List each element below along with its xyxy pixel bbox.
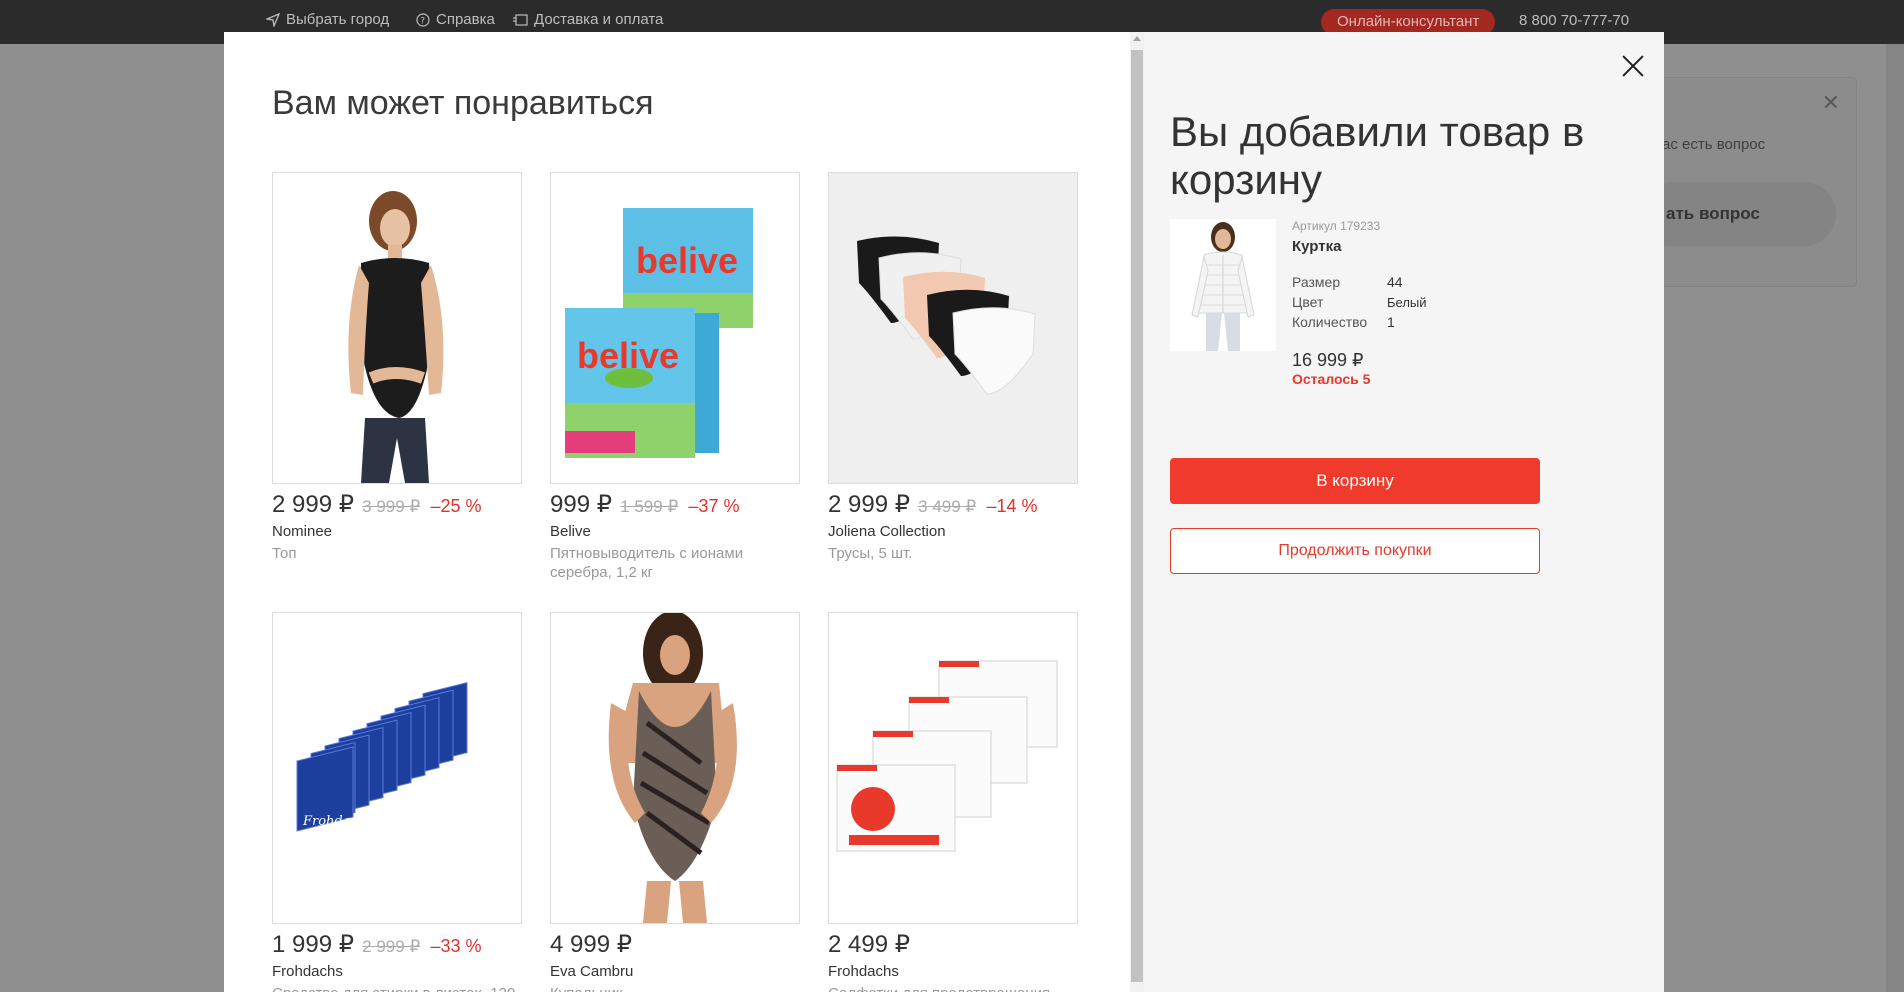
product-card[interactable]: 2 999 ₽ 3 499 ₽ –14 % Joliena Collection… xyxy=(828,172,1078,563)
brand-name[interactable]: Eva Cambru xyxy=(550,963,800,980)
discount-badge: –37 % xyxy=(688,496,740,516)
product-card[interactable]: 4 999 ₽ Eva Cambru Купальник xyxy=(550,612,800,992)
svg-text:?: ? xyxy=(420,16,425,26)
brand-name[interactable]: Frohdachs xyxy=(828,963,1078,980)
cart-product-image[interactable] xyxy=(1170,219,1276,351)
jacket-woman-image xyxy=(1191,222,1255,351)
product-name[interactable]: Куртка xyxy=(1292,238,1341,255)
continue-shopping-button[interactable]: Продолжить покупки xyxy=(1170,528,1540,574)
added-to-cart-title: Вы добавили товар в корзину xyxy=(1170,108,1585,203)
tank-top-woman-image xyxy=(348,191,444,483)
svg-text:Frohdach: Frohdach xyxy=(302,814,366,829)
price: 2 999 ₽ xyxy=(828,491,910,518)
recommendations-panel: Вам может понравиться 2 999 ₽ 3 999 ₽ –2… xyxy=(224,32,1130,992)
size-value: 44 xyxy=(1387,274,1403,290)
help-link[interactable]: ? Справка xyxy=(416,11,495,28)
location-arrow-icon xyxy=(266,12,280,27)
close-icon[interactable] xyxy=(1617,50,1649,82)
background-question-panel: ✕ ас есть вопрос ать вопрос xyxy=(1640,78,1856,286)
close-icon[interactable]: ✕ xyxy=(1822,90,1840,116)
quantity-label: Количество xyxy=(1292,314,1368,330)
recommendations-title: Вам может понравиться xyxy=(272,84,654,122)
added-to-cart-panel: Вы добавили товар в корзину Артикул 1792… xyxy=(1144,32,1664,992)
product-image[interactable] xyxy=(272,172,522,484)
delivery-link[interactable]: Доставка и оплата xyxy=(512,11,663,28)
old-price: 1 599 ₽ xyxy=(620,497,679,516)
price: 1 999 ₽ xyxy=(272,931,354,958)
article-number: Артикул 179233 xyxy=(1292,219,1381,233)
old-price: 3 999 ₽ xyxy=(362,497,421,516)
choose-city-label: Выбрать город xyxy=(286,11,390,28)
svg-text:belive: belive xyxy=(636,240,738,281)
brand-name[interactable]: Belive xyxy=(550,523,800,540)
product-description[interactable]: Топ xyxy=(272,544,522,563)
product-description[interactable]: Трусы, 5 шт. xyxy=(828,544,1078,563)
phone-number[interactable]: 8 800 70-777-70 xyxy=(1519,12,1629,29)
product-image[interactable]: belive belive xyxy=(550,172,800,484)
question-circle-icon: ? xyxy=(416,12,430,27)
underwear-set-image xyxy=(857,236,1036,395)
product-description[interactable]: Купальник xyxy=(550,984,800,992)
product-description[interactable]: Средство для стирки в листах, 120 xyxy=(272,984,522,992)
ask-question-button[interactable]: ать вопрос xyxy=(1640,182,1836,246)
product-image[interactable]: Frohdach xyxy=(272,612,522,924)
scrollbar-thumb[interactable] xyxy=(1131,50,1143,982)
brand-name[interactable]: Joliena Collection xyxy=(828,523,1078,540)
product-card[interactable]: 2 999 ₽ 3 999 ₽ –25 % Nominee Топ xyxy=(272,172,522,563)
napkin-boxes-image xyxy=(836,660,1058,852)
old-price: 2 999 ₽ xyxy=(362,937,421,956)
scroll-up-arrow-icon[interactable] xyxy=(1133,36,1141,41)
quantity-value: 1 xyxy=(1387,314,1395,330)
price: 999 ₽ xyxy=(550,491,612,518)
product-description[interactable]: Пятновыводитель с ионами серебра, 1,2 кг xyxy=(550,544,800,582)
delivery-label: Доставка и оплата xyxy=(534,11,664,28)
discount-badge: –25 % xyxy=(430,496,482,516)
background-panel-text: ас есть вопрос xyxy=(1662,136,1766,153)
brand-name[interactable]: Nominee xyxy=(272,523,522,540)
page-scrollbar[interactable] xyxy=(1886,44,1904,992)
old-price: 3 499 ₽ xyxy=(918,497,977,516)
discount-badge: –33 % xyxy=(430,936,482,956)
stock-remaining: Осталось 5 xyxy=(1292,371,1371,387)
product-card[interactable]: 2 499 ₽ Frohdachs Салфетки для предотвра… xyxy=(828,612,1078,992)
color-label: Цвет xyxy=(1292,294,1324,310)
price: 2 999 ₽ xyxy=(272,491,354,518)
brand-name[interactable]: Frohdachs xyxy=(272,963,522,980)
price: 2 499 ₽ xyxy=(828,931,910,958)
color-value: Белый xyxy=(1387,295,1427,310)
cart-product-price: 16 999 ₽ xyxy=(1292,350,1364,370)
swimsuit-woman-image xyxy=(608,613,737,923)
product-card[interactable]: belive belive 999 ₽ 1 599 ₽ –37 % Belive… xyxy=(550,172,800,582)
price: 4 999 ₽ xyxy=(550,931,632,958)
delivery-box-icon xyxy=(513,13,528,26)
product-image[interactable] xyxy=(828,612,1078,924)
detergent-box-image: belive belive xyxy=(565,208,753,458)
discount-badge: –14 % xyxy=(986,496,1038,516)
help-label: Справка xyxy=(436,11,495,28)
product-image[interactable] xyxy=(550,612,800,924)
laundry-sheets-image: Frohdach xyxy=(296,682,468,832)
product-image[interactable] xyxy=(828,172,1078,484)
size-label: Размер xyxy=(1292,274,1341,290)
recommendations-scrollbar[interactable] xyxy=(1130,32,1144,992)
choose-city-link[interactable]: Выбрать город xyxy=(266,11,389,28)
product-description[interactable]: Салфетки для предотвращения xyxy=(828,984,1078,992)
go-to-cart-button[interactable]: В корзину xyxy=(1170,458,1540,504)
product-card[interactable]: Frohdach 1 999 ₽ 2 999 ₽ –33 % Frohdachs… xyxy=(272,612,522,992)
